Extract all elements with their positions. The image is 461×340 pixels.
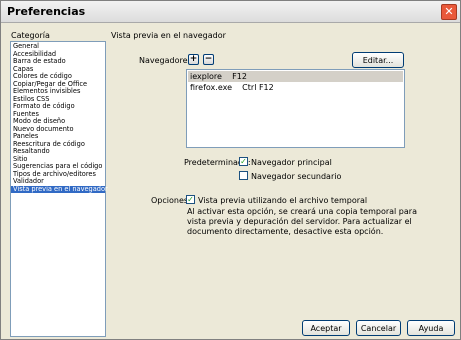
category-item[interactable]: Vista previa en el navegador [11,185,108,193]
category-label: Categoría [11,31,50,40]
secondary-browser-label: Navegador secundario [251,172,342,181]
title-bar: Preferencias ✕ [1,1,460,23]
browser-row[interactable]: iexplore F12 [188,71,403,82]
close-icon[interactable]: ✕ [441,4,457,20]
primary-browser-checkbox[interactable]: ✓ [239,157,248,166]
category-list[interactable]: General Accesibilidad Barra de estado Capas… [10,41,108,337]
edit-button[interactable]: Editar... [352,52,404,68]
temp-file-label: Vista previa utilizando el archivo tempo… [198,196,368,205]
window-title: Preferencias [7,5,86,18]
help-button[interactable]: Ayuda [407,320,455,336]
browser-row[interactable]: firefox.exe Ctrl F12 [188,82,403,93]
cancel-button[interactable]: Cancelar [356,320,401,336]
temp-file-checkbox[interactable]: ✓ [186,195,195,204]
check-icon: ✓ [187,195,194,204]
browser-list[interactable]: iexplore F12 firefox.exe Ctrl F12 [186,69,405,148]
ok-button[interactable]: Aceptar [302,320,350,336]
preferences-dialog: Preferencias ✕ Categoría General Accesibi… [0,0,461,340]
primary-browser-label: Navegador principal [251,158,332,167]
options-label: Opciones: [151,196,191,205]
remove-browser-button[interactable]: − [203,54,214,65]
browsers-label: Navegadores: [139,56,195,65]
add-browser-button[interactable]: + [188,54,199,65]
temp-file-description: Al activar esta opción, se creará una co… [187,207,417,236]
section-title: Vista previa en el navegador [111,31,226,40]
secondary-browser-checkbox[interactable] [239,171,248,180]
check-icon: ✓ [240,157,247,166]
